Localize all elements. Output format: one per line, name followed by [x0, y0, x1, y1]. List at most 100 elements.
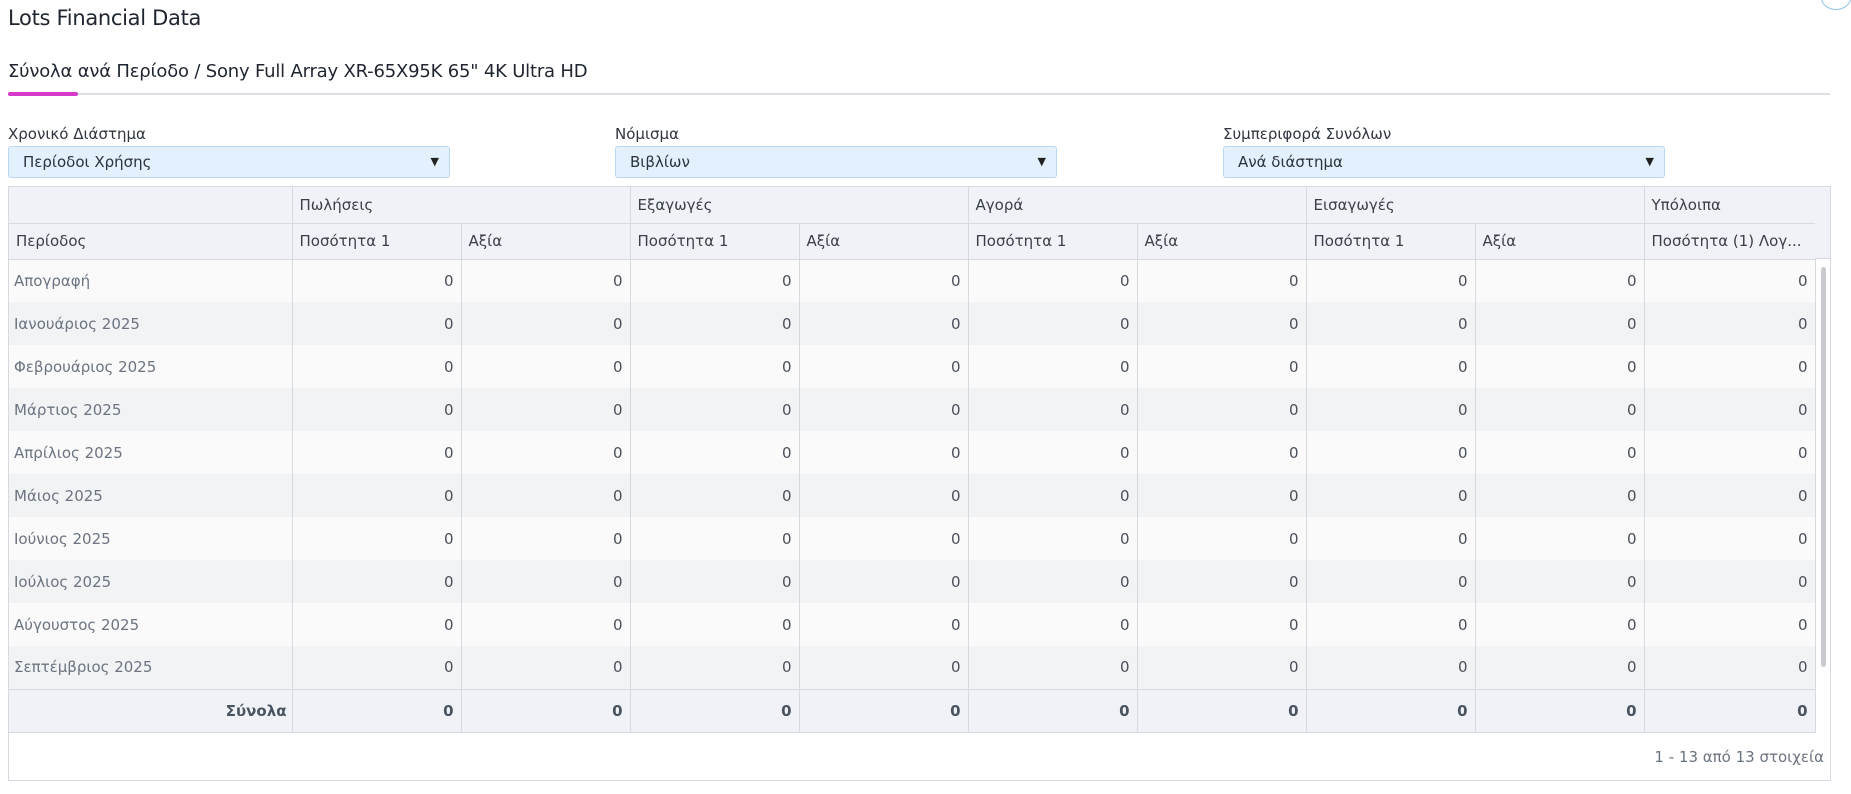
value-cell: 0	[968, 517, 1138, 560]
value-cell: 0	[292, 431, 462, 474]
value-cell: 0	[292, 646, 462, 689]
caret-down-icon: ▼	[1037, 155, 1046, 168]
header-scroll-gutter	[1815, 187, 1830, 259]
column-header-balance-quantity[interactable]: Ποσότητα (1) Λογ...	[1644, 223, 1816, 260]
value-cell: 0	[968, 345, 1138, 388]
column-header-row: Περίοδος Ποσότητα 1 Αξία Ποσότητα 1 Αξία…	[9, 223, 1816, 260]
vertical-scrollbar[interactable]	[1821, 267, 1826, 667]
value-cell: 0	[292, 560, 462, 603]
select-value: Περίοδοι Χρήσης	[23, 153, 152, 171]
totals-behavior-select[interactable]: Ανά διάστημα ▼	[1223, 146, 1665, 178]
value-cell: 0	[1644, 259, 1816, 302]
page-title: Lots Financial Data	[8, 6, 202, 30]
value-cell: 0	[461, 560, 631, 603]
value-cell: 0	[1306, 259, 1476, 302]
group-header-purchases[interactable]: Αγορά	[968, 187, 1307, 224]
value-cell: 0	[1137, 259, 1307, 302]
value-cell: 0	[799, 388, 969, 431]
column-header-value[interactable]: Αξία	[799, 223, 969, 260]
table-row[interactable]: Σεπτέμβριος 2025 0 0 0 0 0 0 0 0 0	[9, 646, 1816, 689]
total-cell: 0	[968, 688, 1138, 733]
value-cell: 0	[1475, 302, 1645, 345]
value-cell: 0	[461, 345, 631, 388]
value-cell: 0	[1137, 345, 1307, 388]
filter-label: Χρονικό Διάστημα	[8, 125, 146, 143]
value-cell: 0	[630, 517, 800, 560]
value-cell: 0	[630, 560, 800, 603]
table-row[interactable]: Αύγουστος 2025 0 0 0 0 0 0 0 0 0	[9, 603, 1816, 646]
value-cell: 0	[1306, 388, 1476, 431]
group-header-balances[interactable]: Υπόλοιπα	[1644, 187, 1816, 224]
value-cell: 0	[1475, 388, 1645, 431]
time-range-select[interactable]: Περίοδοι Χρήσης ▼	[8, 146, 450, 178]
corner-widget[interactable]	[1821, 0, 1851, 10]
value-cell: 0	[1306, 474, 1476, 517]
value-cell: 0	[799, 603, 969, 646]
column-header-value[interactable]: Αξία	[461, 223, 631, 260]
value-cell: 0	[630, 431, 800, 474]
value-cell: 0	[1137, 646, 1307, 689]
group-header-sales[interactable]: Πωλήσεις	[292, 187, 631, 224]
value-cell: 0	[292, 603, 462, 646]
total-cell: 0	[1306, 688, 1476, 733]
value-cell: 0	[1475, 259, 1645, 302]
value-cell: 0	[968, 646, 1138, 689]
column-header-period[interactable]: Περίοδος	[9, 223, 293, 260]
value-cell: 0	[1306, 431, 1476, 474]
group-header-imports[interactable]: Εισαγωγές	[1306, 187, 1645, 224]
pager-info: 1 - 13 από 13 στοιχεία	[1654, 748, 1824, 766]
value-cell: 0	[1475, 646, 1645, 689]
value-cell: 0	[630, 646, 800, 689]
value-cell: 0	[1644, 302, 1816, 345]
column-header-value[interactable]: Αξία	[1475, 223, 1645, 260]
currency-select[interactable]: Βιβλίων ▼	[615, 146, 1057, 178]
value-cell: 0	[292, 517, 462, 560]
value-cell: 0	[968, 431, 1138, 474]
value-cell: 0	[1475, 474, 1645, 517]
value-cell: 0	[1644, 646, 1816, 689]
group-header-exports[interactable]: Εξαγωγές	[630, 187, 969, 224]
value-cell: 0	[292, 388, 462, 431]
data-table: Πωλήσεις Εξαγωγές Αγορά Εισαγωγές Υπόλοι…	[9, 187, 1816, 733]
period-cell: Μάρτιος 2025	[9, 388, 293, 431]
table-row[interactable]: Απρίλιος 2025 0 0 0 0 0 0 0 0 0	[9, 431, 1816, 474]
value-cell: 0	[1644, 431, 1816, 474]
table-row[interactable]: Ιανουάριος 2025 0 0 0 0 0 0 0 0 0	[9, 302, 1816, 345]
value-cell: 0	[1137, 302, 1307, 345]
value-cell: 0	[461, 646, 631, 689]
value-cell: 0	[968, 302, 1138, 345]
value-cell: 0	[1475, 603, 1645, 646]
value-cell: 0	[1137, 431, 1307, 474]
column-header-value[interactable]: Αξία	[1137, 223, 1307, 260]
table-row[interactable]: Απογραφή 0 0 0 0 0 0 0 0 0	[9, 259, 1816, 302]
value-cell: 0	[799, 259, 969, 302]
table-row[interactable]: Μάιος 2025 0 0 0 0 0 0 0 0 0	[9, 474, 1816, 517]
grid-body: Απογραφή 0 0 0 0 0 0 0 0 0 Ιανουάριος 2025 0 0 0 0 0 0 0 0…	[9, 259, 1816, 733]
column-header-quantity[interactable]: Ποσότητα 1	[1306, 223, 1476, 260]
total-cell: 0	[1475, 688, 1645, 733]
filter-label: Νόμισμα	[615, 125, 679, 143]
value-cell: 0	[630, 474, 800, 517]
period-cell: Μάιος 2025	[9, 474, 293, 517]
column-header-quantity[interactable]: Ποσότητα 1	[630, 223, 800, 260]
table-row[interactable]: Ιούλιος 2025 0 0 0 0 0 0 0 0 0	[9, 560, 1816, 603]
column-header-quantity[interactable]: Ποσότητα 1	[292, 223, 462, 260]
totals-label: Σύνολα	[9, 688, 293, 733]
period-cell: Ιανουάριος 2025	[9, 302, 293, 345]
table-row[interactable]: Μάρτιος 2025 0 0 0 0 0 0 0 0 0	[9, 388, 1816, 431]
tab-totals-by-period[interactable]: Σύνολα ανά Περίοδο / Sony Full Array XR-…	[8, 61, 588, 82]
table-row[interactable]: Ιούνιος 2025 0 0 0 0 0 0 0 0 0	[9, 517, 1816, 560]
period-cell: Φεβρουάριος 2025	[9, 345, 293, 388]
filter-currency: Νόμισμα Βιβλίων ▼	[615, 124, 1057, 178]
value-cell: 0	[1644, 388, 1816, 431]
group-header-row: Πωλήσεις Εξαγωγές Αγορά Εισαγωγές Υπόλοι…	[9, 187, 1816, 224]
value-cell: 0	[1475, 431, 1645, 474]
value-cell: 0	[1306, 646, 1476, 689]
caret-down-icon: ▼	[1645, 155, 1654, 168]
value-cell: 0	[292, 259, 462, 302]
totals-row: Σύνολα 0 0 0 0 0 0 0 0 0	[9, 688, 1816, 733]
value-cell: 0	[461, 431, 631, 474]
value-cell: 0	[799, 302, 969, 345]
table-row[interactable]: Φεβρουάριος 2025 0 0 0 0 0 0 0 0 0	[9, 345, 1816, 388]
column-header-quantity[interactable]: Ποσότητα 1	[968, 223, 1138, 260]
